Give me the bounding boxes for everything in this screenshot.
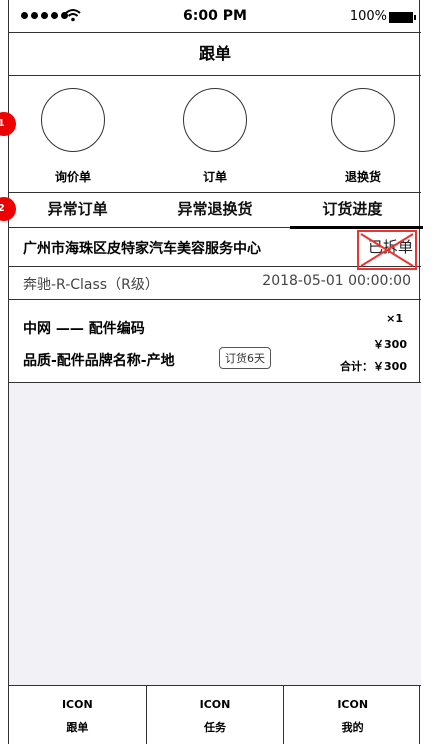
- order-datetime: 2018-05-01 00:00:00: [262, 273, 411, 289]
- nav-mine-label: 我的: [341, 721, 364, 734]
- item-total: 合计：￥300: [340, 360, 407, 373]
- battery-percent: 100%: [349, 9, 387, 24]
- order-store-row[interactable]: 广州市海珠区皮特家汽车美容服务中心 已拆单: [9, 228, 421, 270]
- category-returns-icon: [331, 88, 395, 152]
- empty-content-area: [9, 383, 421, 686]
- phone-frame: 6:00 PM 100% 跟单 询价单 订单 退换货 异常订单 异常退换货 订货…: [8, 0, 424, 744]
- nav-follow-label: 跟单: [66, 721, 89, 734]
- part-code: 中网 —— 配件编码: [23, 321, 145, 337]
- category-order-label: 订单: [202, 170, 227, 184]
- status-bar: 6:00 PM 100%: [9, 0, 421, 33]
- order-item[interactable]: 中网 —— 配件编码 品质-配件品牌名称-产地 订货6天 ×1 ￥300 合计：…: [9, 300, 421, 383]
- battery-icon: [389, 12, 416, 23]
- vehicle-model: 奔驰-R-Class（R级）: [23, 277, 159, 293]
- category-returns-label: 退换货: [344, 170, 381, 184]
- nav-follow-icon: ICON: [61, 698, 93, 711]
- tab-bar: 异常订单 异常退换货 订货进度: [9, 193, 424, 229]
- tab-abnormal-returns[interactable]: 异常退换货: [146, 193, 283, 227]
- nav-follow[interactable]: ICON 跟单: [9, 686, 147, 744]
- nav-mine[interactable]: ICON 我的: [284, 686, 421, 744]
- category-order-icon: [183, 88, 247, 152]
- order-days-badge: 订货6天: [219, 347, 271, 369]
- tab-order-progress[interactable]: 订货进度: [284, 193, 424, 229]
- tab-abnormal-orders[interactable]: 异常订单: [9, 193, 146, 227]
- category-inquiry-icon: [41, 88, 105, 152]
- category-inquiry-label: 询价单: [54, 170, 91, 184]
- part-brand: 品质-配件品牌名称-产地: [23, 353, 175, 369]
- category-inquiry[interactable]: 询价单: [33, 88, 113, 185]
- nav-tasks-icon: ICON: [199, 698, 231, 711]
- category-returns[interactable]: 退换货: [323, 88, 403, 185]
- vehicle-row: 奔驰-R-Class（R级） 2018-05-01 00:00:00: [9, 267, 421, 300]
- nav-tasks-label: 任务: [204, 721, 226, 734]
- item-quantity: ×1: [386, 312, 403, 325]
- category-row: 询价单 订单 退换货: [9, 76, 421, 193]
- store-name: 广州市海珠区皮特家汽车美容服务中心: [23, 241, 261, 257]
- item-price: ￥300: [373, 338, 407, 351]
- nav-tasks[interactable]: ICON 任务: [147, 686, 285, 744]
- nav-mine-icon: ICON: [337, 698, 369, 711]
- page-title: 跟单: [9, 33, 421, 76]
- cross-mark-icon: [357, 230, 417, 270]
- category-order[interactable]: 订单: [175, 88, 255, 185]
- bottom-nav: ICON 跟单 ICON 任务 ICON 我的: [9, 686, 421, 744]
